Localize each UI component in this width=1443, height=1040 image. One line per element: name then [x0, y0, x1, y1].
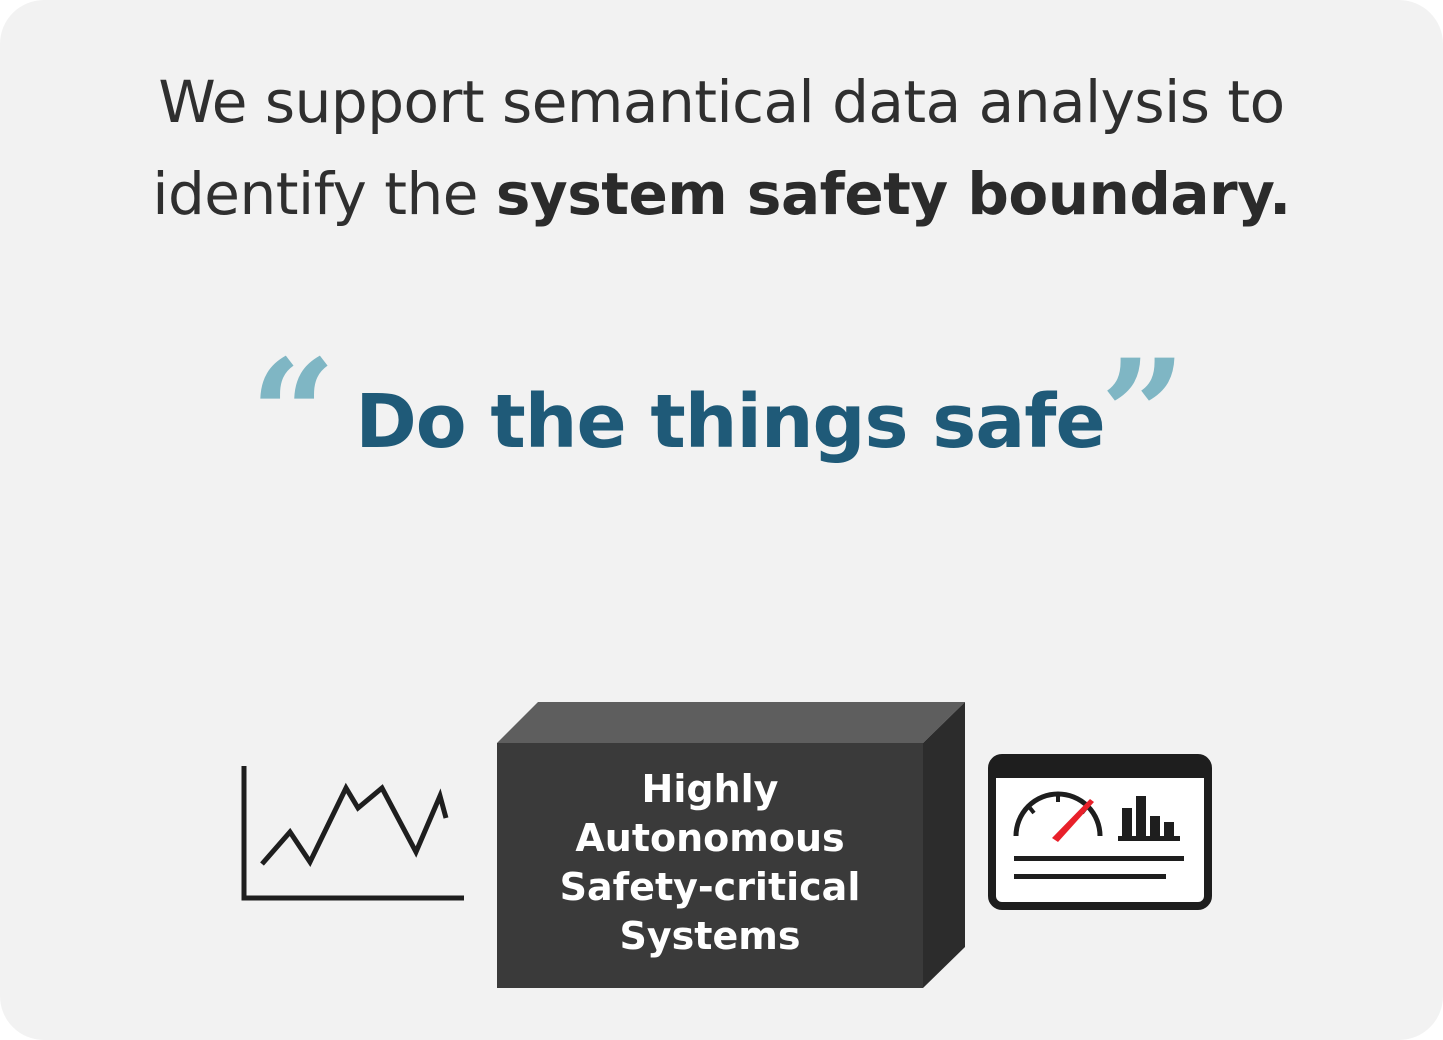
headline-line-2: identify the system safety boundary.: [0, 148, 1443, 240]
system-box-line-3: Safety-critical: [559, 865, 861, 909]
slide-card: We support semantical data analysis to i…: [0, 0, 1443, 1040]
system-box-line-4: Systems: [619, 914, 801, 958]
line-chart-icon: [241, 766, 464, 901]
motto-text: Do the things safe: [355, 379, 1105, 465]
headline-emphasis: system safety boundary.: [495, 160, 1291, 228]
open-quote-mark: “: [250, 327, 337, 503]
headline-line-1: We support semantical data analysis to: [158, 68, 1285, 136]
dashboard-gauge-icon: [988, 754, 1212, 910]
headline: We support semantical data analysis to i…: [0, 56, 1443, 240]
system-box-label: Highly Autonomous Safety-critical System…: [497, 765, 923, 961]
close-quote-mark: ”: [1100, 327, 1187, 503]
system-box-line-2: Autonomous: [575, 816, 845, 860]
system-box-line-1: Highly: [641, 767, 779, 811]
headline-line-2-prefix: identify the: [152, 160, 496, 228]
